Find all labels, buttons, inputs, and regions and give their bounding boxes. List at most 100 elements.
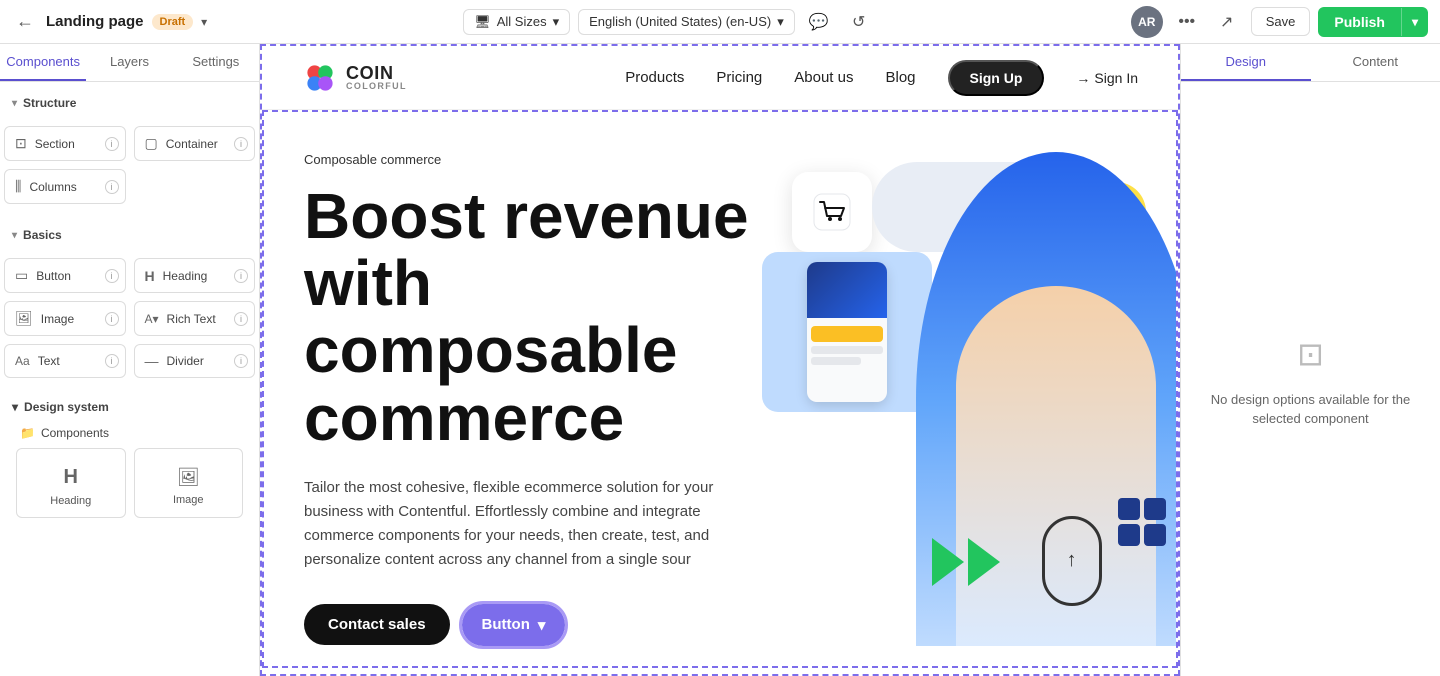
basics-item-text[interactable]: Aa Text i: [4, 344, 126, 378]
site-logo: Coin COLORFUL: [302, 60, 407, 96]
more-options-button[interactable]: •••: [1171, 6, 1203, 38]
structure-section: ▾ Structure: [0, 82, 259, 126]
basics-header[interactable]: ▾ Basics: [12, 224, 247, 246]
btn-chevron-icon: ▾: [538, 616, 546, 634]
ds-components-grid: H Heading 🖼 Image: [12, 448, 247, 518]
history-button[interactable]: ↺: [843, 6, 875, 38]
publish-button[interactable]: Publish ▾: [1318, 7, 1428, 37]
float-diamond: [1118, 498, 1166, 546]
monitor-icon: 🖥: [474, 14, 491, 30]
sidebar-tabs: Components Layers Settings: [0, 44, 259, 82]
structure-header[interactable]: ▾ Structure: [12, 92, 247, 114]
tab-components[interactable]: Components: [0, 44, 86, 81]
language-selector[interactable]: English (United States) (en-US) ▾: [578, 9, 795, 35]
ds-components-sub[interactable]: 📁 Components: [12, 422, 247, 448]
size-selector[interactable]: 🖥 All Sizes ▾: [463, 9, 570, 35]
arrow-2: [968, 538, 1000, 586]
structure-item-container[interactable]: ▢ Container i: [134, 126, 256, 161]
phone-inner: [807, 262, 887, 402]
ds-folder-icon: 📁: [20, 426, 35, 440]
columns-icon: ⫼: [15, 178, 21, 195]
publish-arrow-icon[interactable]: ▾: [1401, 8, 1428, 36]
nav-signin-link[interactable]: → Sign In: [1076, 70, 1138, 86]
hero-heading: Boost revenue with composable commerce: [304, 183, 762, 452]
section-info-button[interactable]: i: [105, 137, 119, 151]
hero-section: Composable commerce Boost revenue with c…: [262, 110, 1178, 668]
basics-item-image[interactable]: 🖼 Image i: [4, 301, 126, 336]
phone-screen: [807, 262, 887, 318]
ds-image-icon: 🖼: [177, 467, 200, 488]
basics-item-heading[interactable]: H Heading i: [134, 258, 256, 293]
topbar-right: AR ••• ↗ Save Publish ▾: [1131, 6, 1428, 38]
divider-icon: —: [145, 353, 159, 369]
design-system-section: ▾ Design system 📁 Components H Heading 🖼…: [0, 388, 259, 526]
left-sidebar: Components Layers Settings ▾ Structure ⊡…: [0, 44, 260, 676]
ds-heading-icon: H: [64, 466, 78, 489]
image-info-button[interactable]: i: [105, 312, 119, 326]
section-icon: ⊡: [15, 135, 27, 152]
text-info-button[interactable]: i: [105, 354, 119, 368]
float-circle-outline: ↑: [1042, 516, 1102, 606]
heading-icon: H: [145, 268, 155, 284]
ds-caret-icon: ▾: [12, 400, 18, 414]
tab-settings[interactable]: Settings: [173, 44, 259, 81]
columns-info-button[interactable]: i: [105, 180, 119, 194]
history-icon: ↺: [852, 12, 865, 32]
nav-about[interactable]: About us: [794, 69, 853, 86]
structure-item-section[interactable]: ⊡ Section i: [4, 126, 126, 161]
no-design-icon: ⊡: [1297, 330, 1324, 378]
tab-layers[interactable]: Layers: [86, 44, 172, 81]
comment-button[interactable]: 💬: [803, 6, 835, 38]
nav-products[interactable]: Products: [625, 69, 684, 86]
container-icon: ▢: [145, 135, 158, 152]
tab-content[interactable]: Content: [1311, 44, 1440, 81]
main-layout: Components Layers Settings ▾ Structure ⊡…: [0, 44, 1440, 676]
lang-chevron-icon: ▾: [777, 14, 784, 30]
richtext-info-button[interactable]: i: [234, 312, 248, 326]
nav-pricing[interactable]: Pricing: [716, 69, 762, 86]
tab-design[interactable]: Design: [1181, 44, 1311, 81]
external-link-icon: ↗: [1220, 12, 1233, 32]
ds-item-image[interactable]: 🖼 Image: [134, 448, 244, 518]
divider-info-button[interactable]: i: [234, 354, 248, 368]
float-arrows: [932, 538, 1000, 586]
page-menu-button[interactable]: ▾: [201, 15, 207, 29]
external-link-button[interactable]: ↗: [1211, 6, 1243, 38]
basics-grid: ▭ Button i H Heading i 🖼 Image i A▾ Rich…: [0, 258, 259, 388]
nav-signup-button[interactable]: Sign Up: [948, 60, 1045, 96]
nav-blog[interactable]: Blog: [885, 69, 915, 86]
hero-visuals: ↑: [762, 152, 1136, 646]
button-info-button[interactable]: i: [105, 269, 119, 283]
basics-caret-icon: ▾: [12, 230, 17, 241]
structure-caret-icon: ▾: [12, 98, 17, 109]
save-button[interactable]: Save: [1251, 7, 1311, 36]
back-button[interactable]: ←: [12, 7, 38, 36]
phone-card: [811, 326, 883, 342]
canvas-area[interactable]: Coin COLORFUL Products Pricing About us …: [260, 44, 1180, 676]
contact-sales-button[interactable]: Contact sales: [304, 604, 450, 645]
design-system-header[interactable]: ▾ Design system: [12, 396, 247, 418]
structure-item-columns[interactable]: ⫼ Columns i: [4, 169, 126, 204]
site-nav: Coin COLORFUL Products Pricing About us …: [262, 46, 1178, 110]
size-chevron-icon: ▾: [553, 14, 560, 30]
container-info-button[interactable]: i: [234, 137, 248, 151]
phone-bottom: [807, 318, 887, 402]
richtext-icon: A▾: [145, 312, 159, 326]
avatar: AR: [1131, 6, 1163, 38]
topbar-center: 🖥 All Sizes ▾ English (United States) (e…: [463, 6, 875, 38]
website-preview: Coin COLORFUL Products Pricing About us …: [260, 44, 1180, 676]
draft-badge: Draft: [152, 14, 194, 30]
button-cta[interactable]: Button ▾: [462, 604, 566, 646]
basics-item-divider[interactable]: — Divider i: [134, 344, 256, 378]
hero-buttons: Contact sales Button ▾: [304, 604, 762, 646]
basics-item-richtext[interactable]: A▾ Rich Text i: [134, 301, 256, 336]
basics-item-button[interactable]: ▭ Button i: [4, 258, 126, 293]
right-content: ⊡ No design options available for the se…: [1181, 82, 1440, 676]
no-design-text: No design options available for the sele…: [1205, 390, 1416, 429]
right-sidebar: Design Content ⊡ No design options avail…: [1180, 44, 1440, 676]
right-tabs: Design Content: [1181, 44, 1440, 82]
heading-info-button[interactable]: i: [234, 269, 248, 283]
float-phone: [762, 252, 932, 412]
ds-item-heading[interactable]: H Heading: [16, 448, 126, 518]
structure-grid: ⊡ Section i ▢ Container i ⫼ Columns i: [0, 126, 259, 214]
